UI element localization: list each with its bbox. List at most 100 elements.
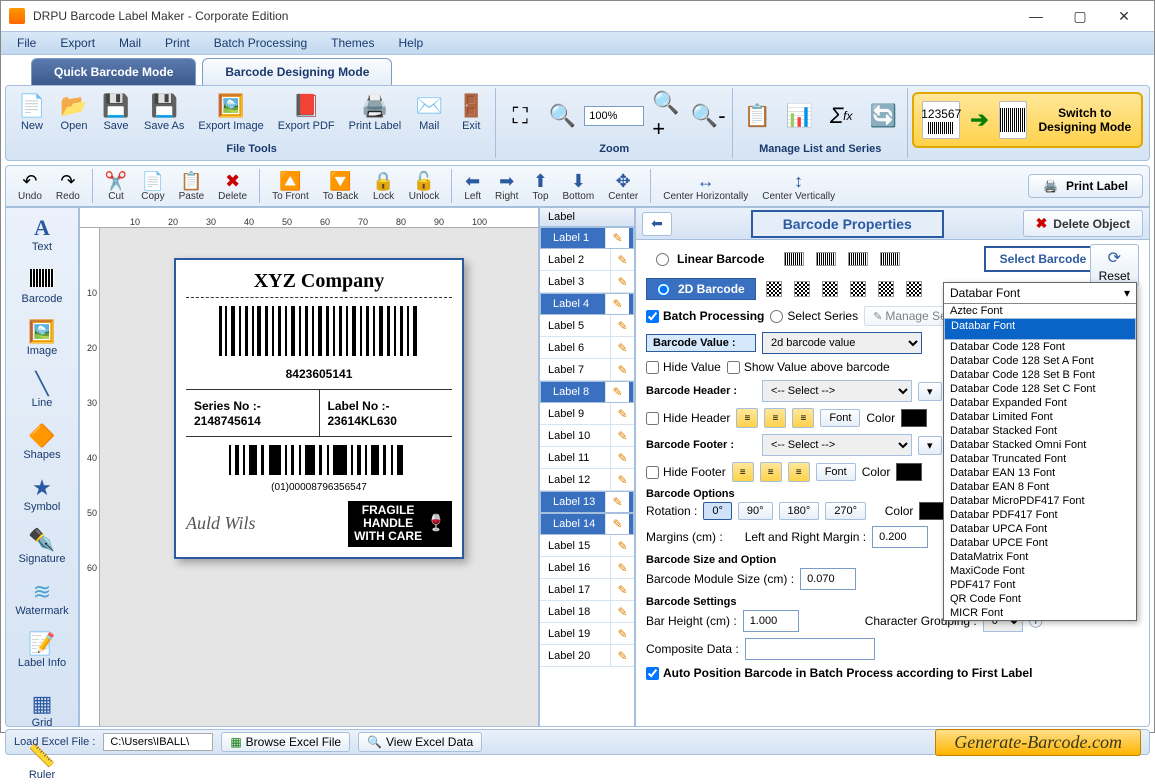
ribbon-export-pdf[interactable]: 📕Export PDF	[272, 90, 341, 134]
edit-icon[interactable]: ✎	[610, 359, 634, 380]
zoom-fit[interactable]: ⛶	[500, 100, 540, 132]
reset-button[interactable]: ⟳Reset	[1090, 244, 1139, 287]
menu-file[interactable]: File	[5, 32, 48, 54]
print-label-button[interactable]: 🖨️Print Label	[1028, 174, 1143, 198]
chk-hide-footer[interactable]: Hide Footer	[646, 465, 726, 479]
chk-hide-value[interactable]: Hide Value	[646, 360, 721, 374]
label-row-7[interactable]: Label 7✎	[540, 359, 634, 381]
edit-icon[interactable]: ✎	[610, 579, 634, 600]
edit-icon[interactable]: ✎	[610, 249, 634, 270]
delete-object-button[interactable]: ✖Delete Object	[1023, 210, 1143, 237]
header-color-swatch[interactable]	[901, 409, 927, 427]
align-right-f[interactable]: ≡	[788, 462, 810, 482]
font-option[interactable]: Databar Limited Font	[944, 410, 1136, 424]
label-row-1[interactable]: Label 1✎	[540, 227, 634, 249]
ribbon-exit[interactable]: 🚪Exit	[451, 90, 491, 134]
font-option[interactable]: Databar Code 128 Set A Font	[944, 354, 1136, 368]
font-option[interactable]: Databar PDF417 Font	[944, 508, 1136, 522]
menu-mail[interactable]: Mail	[107, 32, 153, 54]
rot-90[interactable]: 90°	[738, 502, 773, 520]
menu-print[interactable]: Print	[153, 32, 202, 54]
label-row-5[interactable]: Label 5✎	[540, 315, 634, 337]
footer-more[interactable]: ▾	[918, 436, 942, 455]
tb-centerv[interactable]: ↕Center Vertically	[756, 171, 841, 202]
tool-watermark[interactable]: ≋Watermark	[12, 576, 71, 620]
header-more[interactable]: ▾	[918, 382, 942, 401]
align-right-h[interactable]: ≡	[792, 408, 814, 428]
font-option[interactable]: Databar Font	[944, 318, 1136, 340]
barh-input[interactable]	[743, 610, 799, 632]
rot-0[interactable]: 0°	[703, 502, 732, 520]
font-dropdown-trigger[interactable]: Databar Font▾	[944, 283, 1136, 304]
label-row-13[interactable]: Label 13✎	[540, 491, 634, 513]
maximize-button[interactable]: ▢	[1058, 1, 1102, 31]
rot-270[interactable]: 270°	[825, 502, 866, 520]
chk-batch[interactable]: Batch Processing	[646, 309, 764, 323]
edit-icon[interactable]: ✎	[610, 469, 634, 490]
ribbon-print[interactable]: 🖨️Print Label	[343, 90, 408, 134]
label-row-17[interactable]: Label 17✎	[540, 579, 634, 601]
font-option[interactable]: Databar MicroPDF417 Font	[944, 494, 1136, 508]
font-option[interactable]: Databar Stacked Omni Font	[944, 438, 1136, 452]
menu-themes[interactable]: Themes	[319, 32, 386, 54]
lrm-input[interactable]	[872, 526, 928, 548]
ribbon-open[interactable]: 📂Open	[54, 90, 94, 134]
footer-font-btn[interactable]: Font	[816, 463, 856, 481]
footer-select[interactable]: <-- Select -->	[762, 434, 912, 456]
edit-icon[interactable]: ✎	[605, 514, 629, 534]
label-row-10[interactable]: Label 10✎	[540, 425, 634, 447]
edit-icon[interactable]: ✎	[610, 645, 634, 666]
label-preview[interactable]: XYZ Company 8423605141 Series No :-21487…	[174, 258, 464, 559]
props-back-button[interactable]: ⬅	[642, 212, 672, 236]
radio-select-series[interactable]: Select Series	[770, 309, 858, 323]
font-option[interactable]: Databar Code 128 Font	[944, 340, 1136, 354]
label-row-6[interactable]: Label 6✎	[540, 337, 634, 359]
tool-signature[interactable]: ✒️Signature	[15, 524, 68, 568]
tool-line[interactable]: ╲Line	[29, 368, 56, 412]
font-option[interactable]: MaxiCode Font	[944, 564, 1136, 578]
zoom-in[interactable]: 🔍+	[646, 100, 686, 132]
tb-unlock[interactable]: 🔓Unlock	[403, 171, 446, 202]
tool-image[interactable]: 🖼️Image	[24, 316, 61, 360]
tab-design-mode[interactable]: Barcode Designing Mode	[202, 58, 392, 85]
tb-lock[interactable]: 🔒Lock	[366, 171, 400, 202]
tab-quick-mode[interactable]: Quick Barcode Mode	[31, 58, 196, 85]
barcode-color-swatch[interactable]	[919, 502, 945, 520]
tool-shapes[interactable]: 🔶Shapes	[20, 420, 63, 464]
edit-icon[interactable]: ✎	[605, 294, 629, 314]
label-row-11[interactable]: Label 11✎	[540, 447, 634, 469]
header-select[interactable]: <-- Select -->	[762, 380, 912, 402]
ribbon-new[interactable]: 📄New	[12, 90, 52, 134]
label-row-19[interactable]: Label 19✎	[540, 623, 634, 645]
chk-show-above[interactable]: Show Value above barcode	[727, 360, 890, 374]
tb-delete[interactable]: ✖Delete	[212, 171, 253, 202]
edit-icon[interactable]: ✎	[605, 228, 629, 248]
font-option[interactable]: Databar Expanded Font	[944, 396, 1136, 410]
menu-help[interactable]: Help	[386, 32, 435, 54]
tool-text[interactable]: AText	[29, 212, 55, 256]
align-left-h[interactable]: ≡	[736, 408, 758, 428]
zoom-out[interactable]: 🔍-	[688, 100, 728, 132]
tool-labelinfo[interactable]: 📝Label Info	[15, 628, 69, 672]
close-button[interactable]: ✕	[1102, 1, 1146, 31]
tb-copy[interactable]: 📄Copy	[135, 171, 170, 202]
tb-right[interactable]: ➡Right	[489, 171, 524, 202]
label-row-16[interactable]: Label 16✎	[540, 557, 634, 579]
font-option[interactable]: Databar Truncated Font	[944, 452, 1136, 466]
label-row-15[interactable]: Label 15✎	[540, 535, 634, 557]
label-row-18[interactable]: Label 18✎	[540, 601, 634, 623]
font-option[interactable]: Databar Code 128 Set B Font	[944, 368, 1136, 382]
header-font-btn[interactable]: Font	[820, 409, 860, 427]
menu-batch[interactable]: Batch Processing	[202, 32, 319, 54]
font-option[interactable]: Databar EAN 13 Font	[944, 466, 1136, 480]
ribbon-saveas[interactable]: 💾Save As	[138, 90, 190, 134]
font-option[interactable]: Aztec Font	[944, 304, 1136, 318]
tb-toback[interactable]: 🔽To Back	[317, 171, 365, 202]
labels-list[interactable]: Label Label 1✎Label 2✎Label 3✎Label 4✎La…	[539, 207, 635, 727]
tb-left[interactable]: ⬅Left	[458, 171, 487, 202]
switch-mode-button[interactable]: 123567 ➔ Switch to Designing Mode	[912, 92, 1143, 148]
label-row-14[interactable]: Label 14✎	[540, 513, 634, 535]
label-canvas[interactable]: XYZ Company 8423605141 Series No :-21487…	[100, 228, 538, 726]
label-row-12[interactable]: Label 12✎	[540, 469, 634, 491]
edit-icon[interactable]: ✎	[610, 337, 634, 358]
